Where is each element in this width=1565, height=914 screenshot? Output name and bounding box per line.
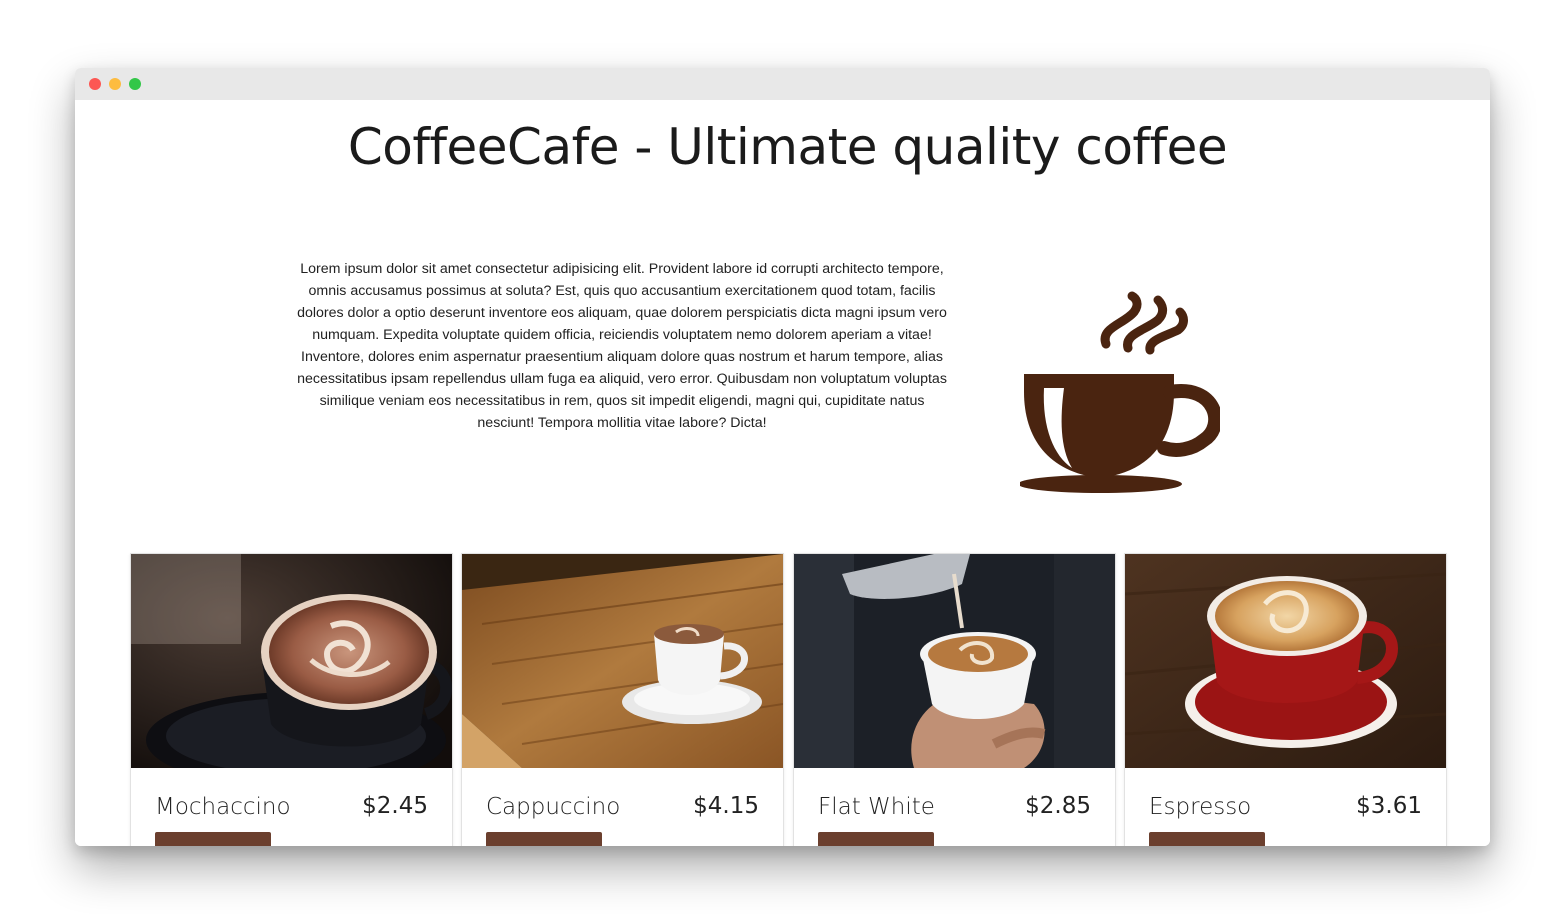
order-now-button[interactable]: ORDER NOW: [486, 832, 602, 846]
window-titlebar: [75, 68, 1490, 100]
intro-paragraph: Lorem ipsum dolor sit amet consectetur a…: [297, 261, 947, 431]
page-title: CoffeeCafe - Ultimate quality coffee: [347, 118, 1228, 176]
order-now-button[interactable]: ORDER NOW: [818, 832, 934, 846]
minimize-window-button[interactable]: [109, 78, 121, 90]
product-cards: Mochaccino $2.45 ORDER NOW: [130, 553, 1447, 846]
product-card-mochaccino: Mochaccino $2.45 ORDER NOW: [130, 553, 453, 846]
order-now-button[interactable]: ORDER NOW: [1149, 832, 1265, 846]
product-name: Cappuccino: [486, 794, 621, 820]
product-name: Flat White: [818, 794, 935, 820]
product-card-cappuccino: Cappuccino $4.15 ORDER NOW: [461, 553, 784, 846]
order-now-button[interactable]: ORDER NOW: [155, 832, 271, 846]
product-price: $2.85: [1025, 793, 1091, 819]
product-price: $4.15: [693, 793, 759, 819]
browser-window: CoffeeCafe - Ultimate quality coffee Lor…: [75, 68, 1490, 846]
product-name: Espresso: [1149, 794, 1252, 820]
cappuccino-photo: [462, 554, 783, 768]
product-price: $2.45: [362, 793, 428, 819]
product-card-flat-white: Flat White $2.85 ORDER NOW: [793, 553, 1116, 846]
coffee-cup-icon: [1020, 291, 1220, 493]
flat-white-photo: [794, 554, 1115, 768]
screenshot-stage: CoffeeCafe - Ultimate quality coffee Lor…: [0, 0, 1565, 914]
espresso-photo: [1125, 554, 1446, 768]
close-window-button[interactable]: [89, 78, 101, 90]
mochaccino-photo: [131, 554, 452, 768]
product-card-espresso: Espresso $3.61 ORDER NOW: [1124, 553, 1447, 846]
product-name: Mochaccino: [155, 794, 291, 820]
maximize-window-button[interactable]: [129, 78, 141, 90]
product-price: $3.61: [1356, 793, 1422, 819]
page-content: CoffeeCafe - Ultimate quality coffee Lor…: [75, 100, 1490, 846]
